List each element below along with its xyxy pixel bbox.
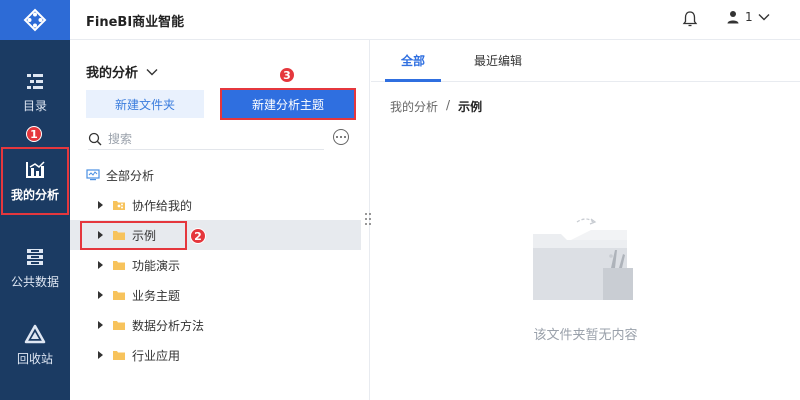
tree-item-label: 业务主题 bbox=[132, 288, 181, 303]
app-root: 目录 我的分析 公共数据 回收站 1 FineBI商业智能 1 我的分析 新建文… bbox=[0, 0, 800, 400]
breadcrumb-parent[interactable]: 我的分析 bbox=[390, 98, 438, 115]
new-folder-button[interactable]: 新建文件夹 bbox=[86, 90, 204, 118]
panel-title: 我的分析 bbox=[86, 66, 139, 81]
notification-button[interactable] bbox=[682, 10, 698, 32]
nav-item-label: 我的分析 bbox=[10, 187, 59, 202]
top-header: FineBI商业智能 1 bbox=[70, 0, 800, 40]
new-subject-button[interactable]: 新建分析主题 bbox=[220, 88, 356, 120]
tree-item-example[interactable]: 示例 bbox=[70, 220, 361, 250]
nav-item-public-data[interactable]: 公共数据 bbox=[0, 233, 70, 303]
monitor-icon bbox=[86, 169, 100, 181]
breadcrumb-separator: / bbox=[446, 98, 451, 112]
bell-icon bbox=[682, 11, 698, 27]
user-name: 1 bbox=[745, 10, 753, 24]
tree-item-label: 数据分析方法 bbox=[132, 318, 205, 333]
caret-right-icon bbox=[98, 261, 103, 269]
tab-recent[interactable]: 最近编辑 bbox=[474, 52, 522, 69]
tree-item-label: 协作给我的 bbox=[132, 198, 193, 213]
breadcrumb: 我的分析 / 示例 bbox=[390, 98, 482, 115]
tab-bar: 全部 最近编辑 bbox=[371, 40, 800, 82]
caret-right-icon bbox=[98, 291, 103, 299]
more-icon bbox=[336, 136, 338, 138]
search-input[interactable] bbox=[108, 131, 308, 146]
nav-item-recycle[interactable]: 回收站 bbox=[0, 310, 70, 380]
caret-right-icon bbox=[98, 201, 103, 209]
empty-folder-illustration bbox=[533, 218, 633, 300]
tree-item-industry[interactable]: 行业应用 bbox=[70, 340, 370, 370]
catalog-icon bbox=[27, 73, 43, 89]
caret-right-icon bbox=[98, 351, 103, 359]
tree-item-label: 功能演示 bbox=[132, 258, 181, 273]
breadcrumb-current: 示例 bbox=[458, 100, 483, 114]
fine-logo-icon bbox=[23, 8, 47, 32]
annotation-badge: 2 bbox=[190, 228, 206, 244]
tree-item-shared[interactable]: 协作给我的 bbox=[70, 190, 370, 220]
tab-all[interactable]: 全部 bbox=[401, 52, 425, 69]
tab-active-indicator bbox=[385, 79, 441, 82]
search-box bbox=[88, 128, 324, 150]
tree-item-business[interactable]: 业务主题 bbox=[70, 280, 370, 310]
shared-folder-icon bbox=[112, 199, 126, 211]
analysis-panel: 我的分析 新建文件夹 新建分析主题 搜索 全部分析 协作给我的 示例 功能演示 … bbox=[70, 40, 370, 400]
tree-item-demo[interactable]: 功能演示 bbox=[70, 250, 370, 280]
logo[interactable] bbox=[0, 0, 70, 40]
folder-icon bbox=[112, 349, 126, 361]
annotation-badge: 3 bbox=[279, 67, 295, 83]
tree-root-label: 全部分析 bbox=[106, 168, 155, 183]
folder-icon bbox=[112, 259, 126, 271]
folder-tree: 全部分析 协作给我的 示例 功能演示 业务主题 数据分析方法 行业应用 bbox=[70, 160, 370, 370]
nav-item-label: 公共数据 bbox=[10, 274, 59, 289]
app-title: FineBI商业智能 bbox=[86, 15, 185, 30]
folder-icon bbox=[112, 289, 126, 301]
nav-item-label: 目录 bbox=[22, 98, 47, 113]
recycle-icon bbox=[24, 324, 46, 343]
nav-item-label: 回收站 bbox=[16, 351, 53, 366]
nav-item-my-analysis[interactable]: 我的分析 bbox=[1, 147, 69, 215]
nav-item-catalog[interactable]: 目录 bbox=[0, 58, 70, 128]
highlight-box bbox=[80, 221, 187, 250]
search-icon bbox=[88, 132, 102, 145]
panel-title-dropdown[interactable]: 我的分析 bbox=[86, 62, 158, 81]
folder-icon bbox=[112, 319, 126, 331]
tree-item-label: 行业应用 bbox=[132, 348, 181, 363]
nav-rail: 目录 我的分析 公共数据 回收站 bbox=[0, 0, 70, 400]
caret-right-icon bbox=[98, 321, 103, 329]
annotation-badge: 1 bbox=[26, 126, 42, 142]
user-menu[interactable]: 1 bbox=[726, 10, 770, 24]
user-icon bbox=[727, 11, 739, 24]
more-options-button[interactable] bbox=[333, 129, 349, 145]
database-icon bbox=[27, 248, 43, 265]
chart-icon bbox=[26, 160, 45, 178]
content-area: 全部 最近编辑 我的分析 / 示例 该文件夹暂无内容 bbox=[371, 40, 800, 400]
chevron-down-icon bbox=[758, 14, 770, 21]
tree-root[interactable]: 全部分析 bbox=[70, 160, 370, 190]
empty-state-text: 该文件夹暂无内容 bbox=[533, 328, 638, 343]
chevron-down-icon bbox=[146, 68, 158, 75]
tree-item-methods[interactable]: 数据分析方法 bbox=[70, 310, 370, 340]
